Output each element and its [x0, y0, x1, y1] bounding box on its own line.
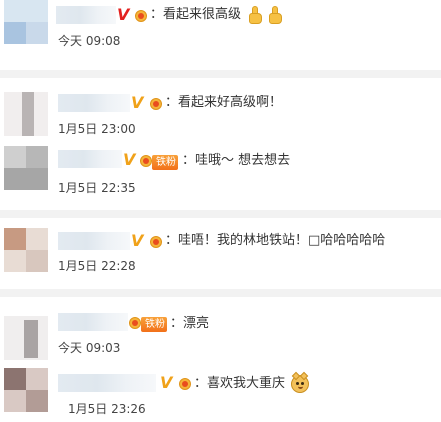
comment-time: 今天 09:08 [58, 34, 121, 48]
comment-text: ：哇哦～ 想去想去 [182, 153, 291, 168]
doge-icon [291, 371, 309, 393]
comment-time: 1月5日 23:00 [58, 122, 136, 136]
comment-time: 1月5日 22:28 [58, 259, 136, 273]
vip-badge: V [160, 373, 173, 392]
medal-icon [179, 376, 191, 391]
separator [0, 289, 441, 297]
thumbs-up-icon [247, 6, 263, 24]
username[interactable] [56, 6, 116, 24]
medal-icon [140, 153, 152, 168]
thumbs-up-icon [267, 6, 283, 24]
vip-badge: V [123, 150, 136, 169]
separator [0, 210, 441, 218]
medal-icon [135, 8, 147, 23]
separator [0, 70, 441, 78]
username[interactable] [58, 94, 130, 112]
avatar[interactable] [4, 92, 48, 136]
username[interactable] [58, 313, 128, 331]
avatar[interactable] [4, 146, 48, 190]
avatar[interactable] [4, 368, 48, 412]
username[interactable] [58, 232, 130, 250]
comment-text: ：漂亮 [170, 316, 210, 331]
avatar[interactable] [4, 316, 48, 360]
vip-badge: V [131, 231, 144, 250]
username[interactable] [58, 150, 122, 168]
comment-text: ：看起来好高级啊！ [165, 95, 283, 110]
comment-time: 今天 09:03 [58, 341, 121, 355]
vip-badge: V [117, 5, 130, 24]
fan-badge: 铁粉 [152, 155, 178, 170]
avatar[interactable] [4, 228, 48, 272]
medal-icon [150, 96, 162, 111]
medal-icon [150, 234, 162, 249]
avatar[interactable] [4, 0, 48, 44]
username[interactable] [58, 374, 156, 392]
medal-icon [129, 315, 141, 330]
comment-text: ：喜欢我大重庆 [194, 376, 286, 391]
comment-text: ：看起来很高级 [150, 7, 242, 22]
comment-time: 1月5日 23:26 [68, 402, 146, 416]
comment-time: 1月5日 22:35 [58, 181, 136, 195]
fan-badge: 铁粉 [141, 317, 167, 332]
vip-badge: V [131, 93, 144, 112]
comment-text: ：哇唔！我的林地铁站！□哈哈哈哈哈 [165, 233, 386, 248]
